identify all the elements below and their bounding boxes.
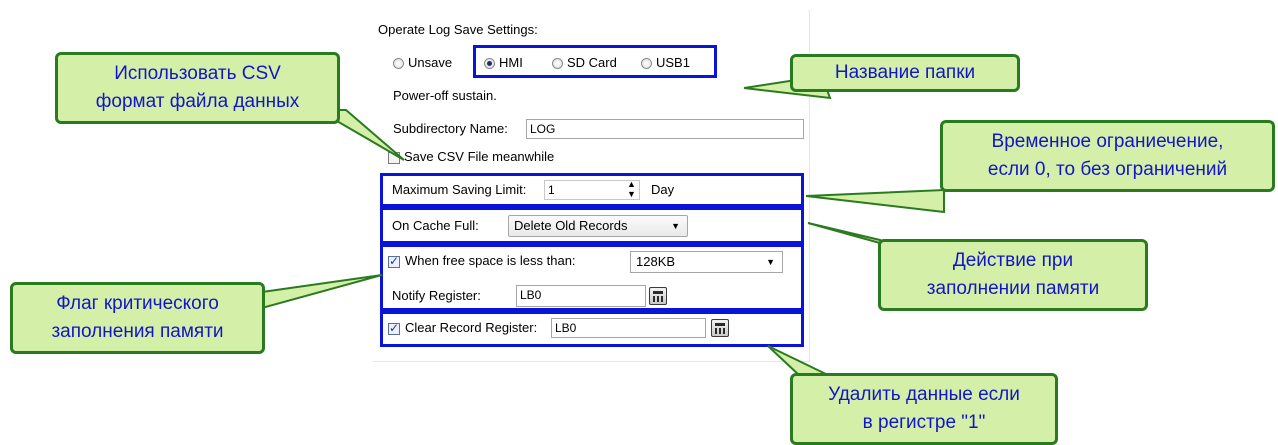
callout-critical-flag-text: Флаг критического заполнения памяти — [51, 293, 224, 342]
callout-delete-data: Удалить данные если в регистре "1" — [790, 373, 1058, 445]
callout-folder-name: Название папки — [790, 54, 1020, 92]
callout-folder-text: Название папки — [834, 62, 976, 83]
callout-cache-action: Действие при заполнении памяти — [878, 239, 1148, 311]
callout-time-limit-text: Временное ограниечение, если 0, то без о… — [987, 131, 1228, 180]
callout-delete-data-text: Удалить данные если в регистре "1" — [828, 384, 1020, 433]
callout-cache-action-text: Действие при заполнении памяти — [926, 250, 1100, 299]
callout-critical-flag: Флаг критического заполнения памяти — [10, 282, 265, 354]
callout-time-limit: Временное ограниечение, если 0, то без о… — [940, 120, 1275, 192]
callout-csv-format: Использовать CSV формат файла данных — [55, 52, 340, 124]
callout-csv-text: Использовать CSV формат файла данных — [95, 63, 300, 112]
